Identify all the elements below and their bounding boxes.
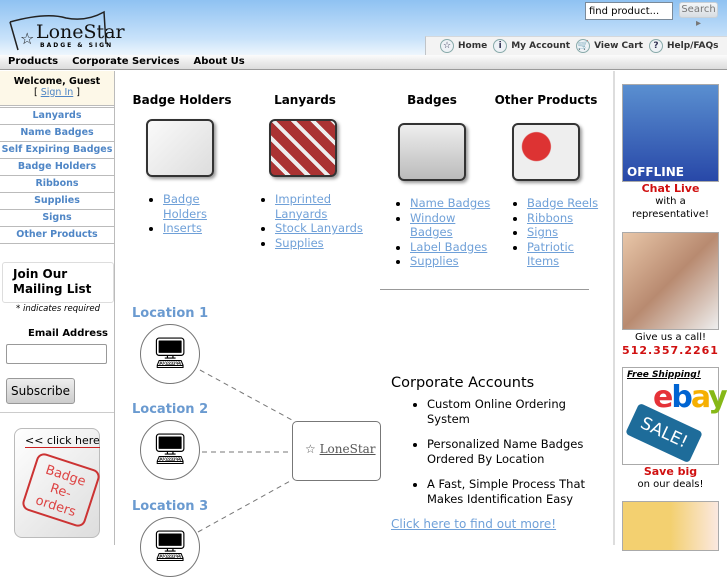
offline-status: OFFLINE: [627, 165, 684, 179]
svg-text:☆: ☆: [20, 29, 34, 48]
welcome-box: Welcome, Guest [ Sign In ]: [0, 71, 114, 106]
badge-holders-list: Badge Holders Inserts: [147, 192, 227, 236]
phone-number: 512.357.2261: [622, 344, 719, 357]
location-3-label: Location 3: [132, 499, 209, 514]
menu-about-us[interactable]: About Us: [194, 55, 245, 69]
link-badge-supplies[interactable]: Supplies: [410, 254, 459, 268]
tab-label: View Cart: [594, 41, 643, 51]
product-heading-other: Other Products: [494, 93, 598, 107]
badge-holder-image[interactable]: [146, 119, 214, 177]
lonestar-hub-logo: ☆ LoneStar: [292, 421, 381, 481]
sidebar-item-other-products[interactable]: Other Products: [0, 227, 114, 244]
location-1-label: Location 1: [132, 306, 209, 321]
tab-home[interactable]: ☆ Home: [440, 39, 487, 53]
call-text: Give us a call!: [634, 332, 706, 343]
link-window-badges[interactable]: Window Badges: [410, 211, 455, 240]
tab-label: My Account: [511, 41, 571, 51]
link-patriotic-items[interactable]: Patriotic Items: [527, 240, 574, 269]
lanyards-image[interactable]: [269, 119, 337, 177]
link-label-badges[interactable]: Label Badges: [410, 240, 487, 254]
save-big-link[interactable]: Save big: [614, 465, 727, 478]
logo-text: LoneStar: [36, 21, 125, 43]
sidebar-item-lanyards[interactable]: Lanyards: [0, 108, 114, 125]
search-input[interactable]: [585, 2, 673, 20]
main-menu: Products Corporate Services About Us: [0, 55, 727, 70]
corporate-title: Corporate Accounts: [391, 375, 535, 391]
menu-corporate-services[interactable]: Corporate Services: [72, 55, 179, 69]
sidebar-item-supplies[interactable]: Supplies: [0, 193, 114, 210]
mailing-list-form: * indicates required Email Address Subsc…: [0, 303, 114, 413]
top-nav-tabs: ☆ Home i My Account 🛒 View Cart ? Help/FAQs: [425, 36, 727, 55]
link-ribbons[interactable]: Ribbons: [527, 211, 573, 225]
link-stock-lanyards[interactable]: Stock Lanyards: [275, 221, 363, 235]
ebay-sale-image[interactable]: Free Shipping! ebay SALE!: [622, 367, 727, 465]
link-name-badges[interactable]: Name Badges: [410, 196, 490, 210]
mailing-list-title: Join Our Mailing List: [2, 262, 114, 303]
corporate-bullet: Personalized Name Badges Ordered By Loca…: [427, 437, 606, 467]
badges-image[interactable]: [398, 123, 466, 181]
tab-view-cart[interactable]: 🛒 View Cart: [576, 39, 643, 53]
link-lanyard-supplies[interactable]: Supplies: [275, 236, 324, 250]
sidebar-item-self-expiring-badges[interactable]: Self Expiring Badges: [0, 142, 114, 159]
chat-live-link[interactable]: Chat Live: [614, 182, 727, 195]
star-icon: ☆: [440, 39, 454, 53]
promo-banner[interactable]: [622, 501, 719, 551]
sidebar-item-name-badges[interactable]: Name Badges: [0, 125, 114, 142]
sidebar-item-ribbons[interactable]: Ribbons: [0, 176, 114, 193]
tab-help[interactable]: ? Help/FAQs: [648, 39, 719, 53]
link-inserts[interactable]: Inserts: [163, 221, 202, 235]
deals-subtext: on our deals!: [637, 479, 704, 490]
sidebar-item-badge-holders[interactable]: Badge Holders: [0, 159, 114, 176]
help-icon: ?: [648, 39, 663, 53]
subscribe-button[interactable]: Subscribe: [6, 378, 75, 404]
chat-subtext: with a representative!: [632, 196, 709, 220]
badges-list: Name Badges Window Badges Label Badges S…: [394, 196, 499, 269]
corporate-accounts: Corporate Accounts Custom Online Orderin…: [391, 375, 606, 531]
call-us-image[interactable]: [622, 232, 719, 330]
divider: [380, 289, 589, 290]
hub-logo-text: LoneStar: [319, 442, 376, 456]
badge-reel-image[interactable]: [512, 123, 580, 181]
search-button[interactable]: Search ▸: [679, 2, 718, 29]
computer-icon: 🖥: [140, 324, 200, 384]
corporate-find-out-more-link[interactable]: Click here to find out more!: [391, 517, 556, 531]
search-button-label: Search: [681, 4, 716, 15]
location-2-label: Location 2: [132, 402, 209, 417]
required-note: * indicates required: [16, 304, 101, 314]
other-products-list: Badge Reels Ribbons Signs Patriotic Item…: [511, 196, 601, 269]
product-heading-badge-holders: Badge Holders: [132, 93, 232, 107]
link-imprinted-lanyards[interactable]: Imprinted Lanyards: [275, 192, 331, 221]
link-badge-holders[interactable]: Badge Holders: [163, 192, 207, 221]
logo[interactable]: ☆ LoneStar BADGE & SIGN: [6, 4, 125, 52]
sign-in-link[interactable]: Sign In: [41, 87, 74, 98]
click-here-link[interactable]: << click here: [25, 434, 100, 448]
email-field[interactable]: [6, 344, 107, 364]
free-shipping-text: Free Shipping!: [627, 370, 701, 380]
lanyards-list: Imprinted Lanyards Stock Lanyards Suppli…: [259, 192, 369, 250]
computer-icon: 🖥: [140, 420, 200, 480]
info-icon: i: [493, 39, 508, 53]
cart-icon: 🛒: [576, 39, 591, 53]
product-heading-lanyards: Lanyards: [274, 93, 336, 107]
chat-live-image[interactable]: OFFLINE: [622, 84, 719, 182]
link-badge-reels[interactable]: Badge Reels: [527, 196, 598, 210]
menu-products[interactable]: Products: [8, 55, 58, 69]
tab-label: Home: [458, 41, 488, 51]
sidebar-item-signs[interactable]: Signs: [0, 210, 114, 227]
product-heading-badges: Badges: [407, 93, 457, 107]
link-signs[interactable]: Signs: [527, 225, 558, 239]
corporate-bullet: A Fast, Simple Process That Makes Identi…: [427, 477, 606, 507]
tab-my-account[interactable]: i My Account: [493, 39, 570, 53]
logo-subtext: BADGE & SIGN: [40, 42, 114, 49]
corporate-bullet: Custom Online Ordering System: [427, 397, 606, 427]
computer-icon: 🖥: [140, 517, 200, 577]
tab-label: Help/FAQs: [666, 41, 719, 51]
welcome-text: Welcome, Guest: [13, 76, 101, 87]
email-label: Email Address: [27, 328, 108, 339]
